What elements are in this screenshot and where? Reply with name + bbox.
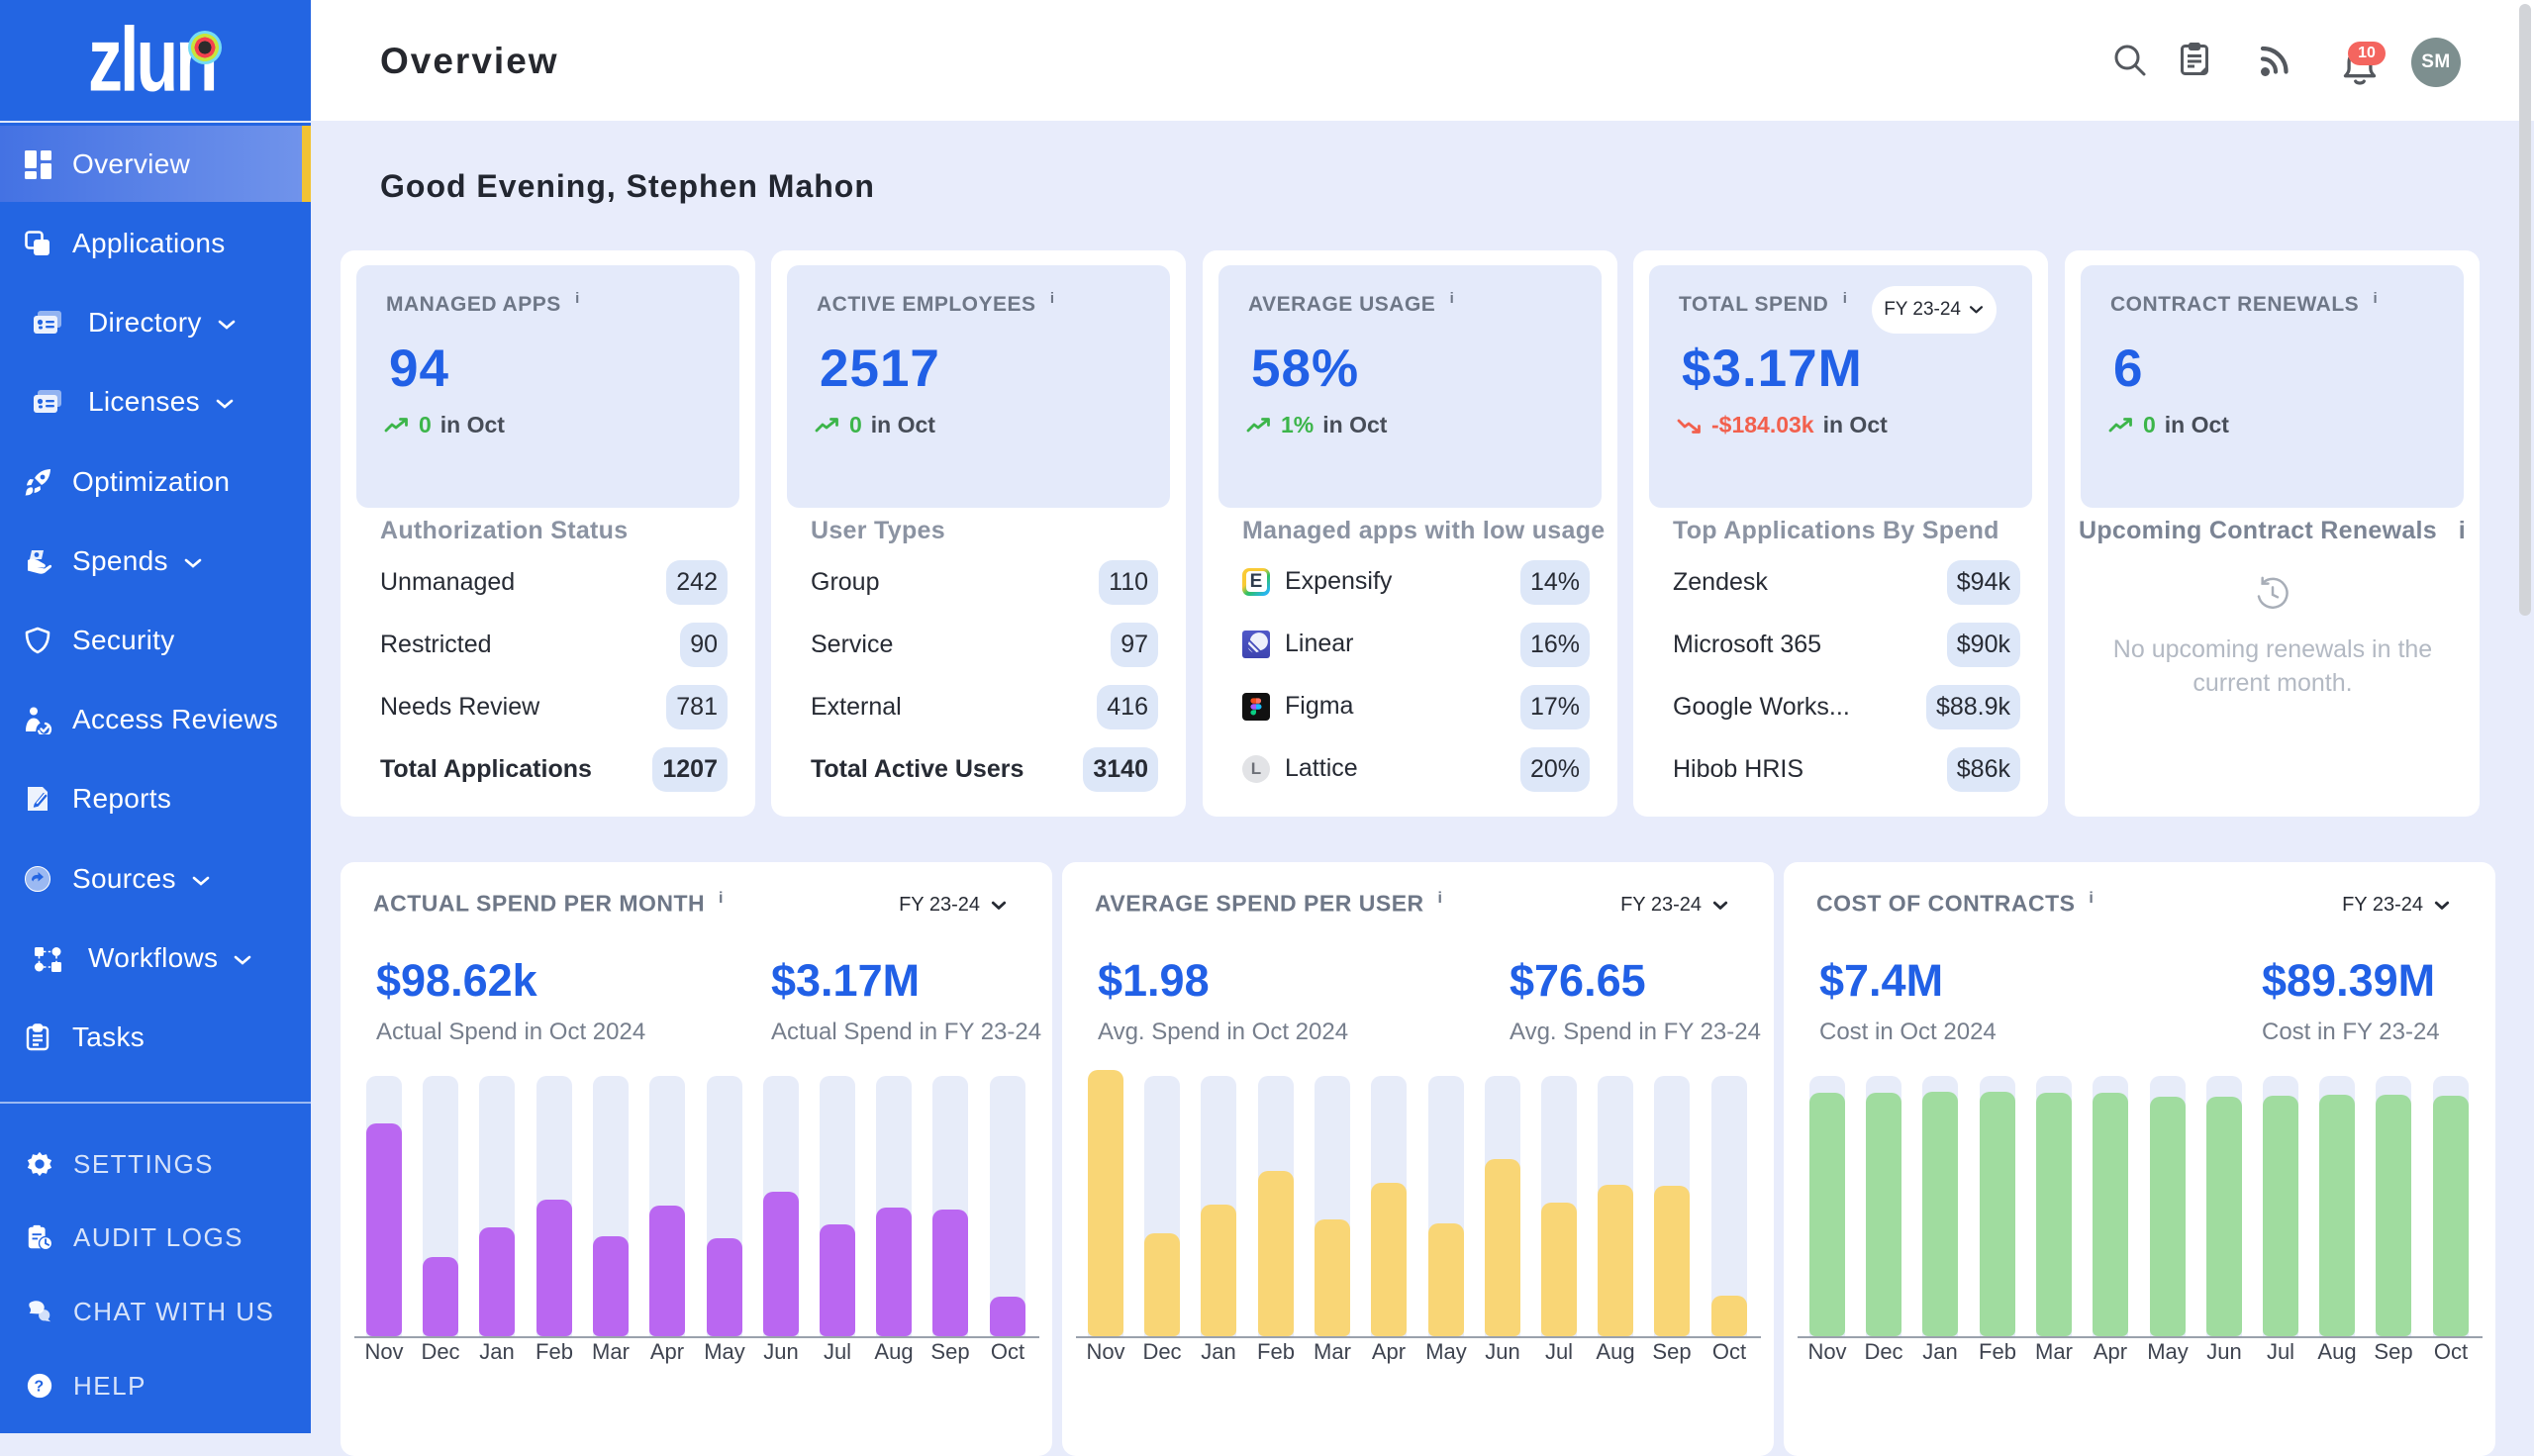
svg-text:?: ?	[34, 1379, 45, 1396]
